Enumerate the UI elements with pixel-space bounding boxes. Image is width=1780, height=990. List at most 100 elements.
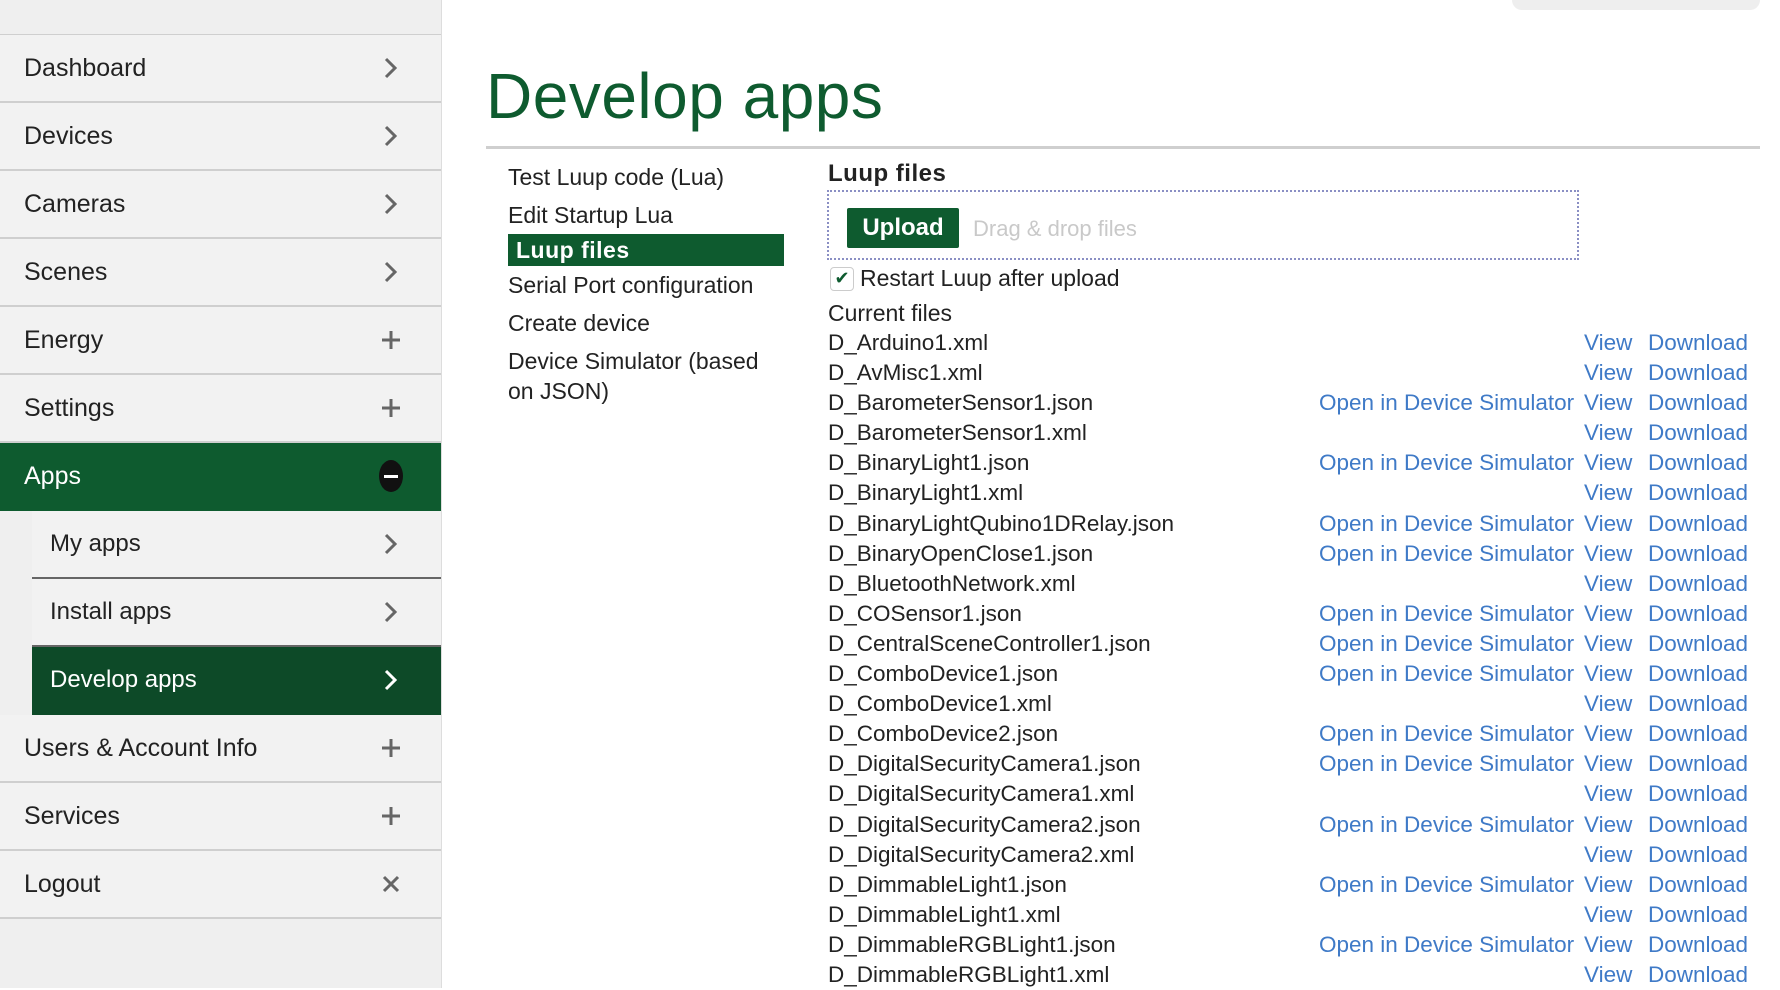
download-link[interactable]: Download [1648, 930, 1748, 960]
view-link[interactable]: View [1584, 749, 1632, 779]
submenu-test-luup-code[interactable]: Test Luup code (Lua) [508, 158, 784, 196]
download-link[interactable]: Download [1648, 960, 1748, 990]
sidebar-item-label: Dashboard [24, 53, 147, 82]
view-link[interactable]: View [1584, 689, 1632, 719]
download-link[interactable]: Download [1648, 448, 1748, 478]
download-link[interactable]: Download [1648, 870, 1748, 900]
sidebar-item-scenes[interactable]: Scenes [0, 239, 441, 307]
sidebar-item-users-account-info[interactable]: Users & Account Info [0, 715, 441, 783]
download-link[interactable]: Download [1648, 840, 1748, 870]
file-row: D_COSensor1.json Open in Device Simulator… [828, 599, 1748, 629]
download-link[interactable]: Download [1648, 599, 1748, 629]
download-link[interactable]: Download [1648, 779, 1748, 809]
sidebar-item-energy[interactable]: Energy [0, 307, 441, 375]
download-link[interactable]: Download [1648, 509, 1748, 539]
download-link[interactable]: Download [1648, 539, 1748, 569]
sidebar-subitem-my-apps[interactable]: My apps [32, 511, 441, 579]
open-in-device-simulator-link[interactable]: Open in Device Simulator [1319, 448, 1574, 478]
view-link[interactable]: View [1584, 810, 1632, 840]
sidebar-item-services[interactable]: Services [0, 783, 441, 851]
download-link[interactable]: Download [1648, 569, 1748, 599]
view-link[interactable]: View [1584, 900, 1632, 930]
download-link[interactable]: Download [1648, 629, 1748, 659]
open-in-device-simulator-link[interactable]: Open in Device Simulator [1319, 870, 1574, 900]
submenu-luup-files[interactable]: Luup files [508, 234, 784, 266]
minus-circle-icon [379, 460, 403, 492]
view-link[interactable]: View [1584, 779, 1632, 809]
chevron-right-icon [379, 668, 403, 692]
page-title: Develop apps [486, 60, 884, 132]
file-row: D_DigitalSecurityCamera1.xml View Download [828, 779, 1748, 809]
download-link[interactable]: Download [1648, 418, 1748, 448]
check-icon: ✔ [834, 268, 850, 288]
sidebar-subitem-develop-apps[interactable]: Develop apps [32, 647, 441, 715]
view-link[interactable]: View [1584, 328, 1632, 358]
download-link[interactable]: Download [1648, 388, 1748, 418]
view-link[interactable]: View [1584, 448, 1632, 478]
file-name: D_BinaryLight1.xml [828, 480, 1024, 506]
file-name: D_DigitalSecurityCamera2.json [828, 811, 1141, 837]
download-link[interactable]: Download [1648, 328, 1748, 358]
file-row: D_BarometerSensor1.json Open in Device Si… [828, 388, 1748, 418]
view-link[interactable]: View [1584, 418, 1632, 448]
chevron-right-icon [379, 260, 403, 284]
open-in-device-simulator-link[interactable]: Open in Device Simulator [1319, 509, 1574, 539]
restart-luup-checkbox[interactable]: ✔ [830, 266, 854, 291]
file-row: D_DigitalSecurityCamera2.xml View Download [828, 840, 1748, 870]
open-in-device-simulator-link[interactable]: Open in Device Simulator [1319, 629, 1574, 659]
open-in-device-simulator-link[interactable]: Open in Device Simulator [1319, 719, 1574, 749]
download-link[interactable]: Download [1648, 659, 1748, 689]
sidebar-item-logout[interactable]: Logout [0, 851, 441, 919]
view-link[interactable]: View [1584, 478, 1632, 508]
open-in-device-simulator-link[interactable]: Open in Device Simulator [1319, 930, 1574, 960]
submenu-serial-port-configuration[interactable]: Serial Port configuration [508, 266, 784, 304]
download-link[interactable]: Download [1648, 358, 1748, 388]
view-link[interactable]: View [1584, 509, 1632, 539]
view-link[interactable]: View [1584, 960, 1632, 990]
sidebar-item-label: Scenes [24, 257, 108, 286]
view-link[interactable]: View [1584, 870, 1632, 900]
view-link[interactable]: View [1584, 719, 1632, 749]
file-name: D_DigitalSecurityCamera1.xml [828, 781, 1135, 807]
file-row: D_AvMisc1.xml View Download [828, 358, 1748, 388]
view-link[interactable]: View [1584, 659, 1632, 689]
file-row: D_ComboDevice2.json Open in Device Simula… [828, 719, 1748, 749]
open-in-device-simulator-link[interactable]: Open in Device Simulator [1319, 539, 1574, 569]
sidebar-item-apps[interactable]: Apps [0, 443, 441, 511]
view-link[interactable]: View [1584, 840, 1632, 870]
file-dropzone[interactable]: Upload Drag & drop files [827, 190, 1579, 260]
download-link[interactable]: Download [1648, 749, 1748, 779]
view-link[interactable]: View [1584, 629, 1632, 659]
file-row: D_BluetoothNetwork.xml View Download [828, 569, 1748, 599]
submenu-create-device[interactable]: Create device [508, 304, 784, 342]
top-bar-pill [1512, 0, 1760, 10]
download-link[interactable]: Download [1648, 478, 1748, 508]
open-in-device-simulator-link[interactable]: Open in Device Simulator [1319, 749, 1574, 779]
view-link[interactable]: View [1584, 569, 1632, 599]
download-link[interactable]: Download [1648, 810, 1748, 840]
sidebar-item-cameras[interactable]: Cameras [0, 171, 441, 239]
open-in-device-simulator-link[interactable]: Open in Device Simulator [1319, 810, 1574, 840]
open-in-device-simulator-link[interactable]: Open in Device Simulator [1319, 599, 1574, 629]
file-name: D_DimmableRGBLight1.json [828, 931, 1116, 957]
view-link[interactable]: View [1584, 930, 1632, 960]
download-link[interactable]: Download [1648, 900, 1748, 930]
download-link[interactable]: Download [1648, 689, 1748, 719]
sidebar-item-label: Energy [24, 325, 104, 354]
restart-luup-label: Restart Luup after upload [860, 265, 1120, 291]
sidebar-subitem-install-apps[interactable]: Install apps [32, 579, 441, 647]
submenu-edit-startup-lua[interactable]: Edit Startup Lua [508, 196, 784, 234]
sidebar-item-dashboard[interactable]: Dashboard [0, 35, 441, 103]
view-link[interactable]: View [1584, 539, 1632, 569]
open-in-device-simulator-link[interactable]: Open in Device Simulator [1319, 388, 1574, 418]
view-link[interactable]: View [1584, 599, 1632, 629]
view-link[interactable]: View [1584, 358, 1632, 388]
sidebar-item-settings[interactable]: Settings [0, 375, 441, 443]
open-in-device-simulator-link[interactable]: Open in Device Simulator [1319, 659, 1574, 689]
view-link[interactable]: View [1584, 388, 1632, 418]
upload-button[interactable]: Upload [847, 208, 959, 248]
sidebar-item-label: Cameras [24, 189, 126, 218]
sidebar-item-devices[interactable]: Devices [0, 103, 441, 171]
submenu-device-simulator[interactable]: Device Simulator (based on JSON) [508, 342, 784, 410]
download-link[interactable]: Download [1648, 719, 1748, 749]
